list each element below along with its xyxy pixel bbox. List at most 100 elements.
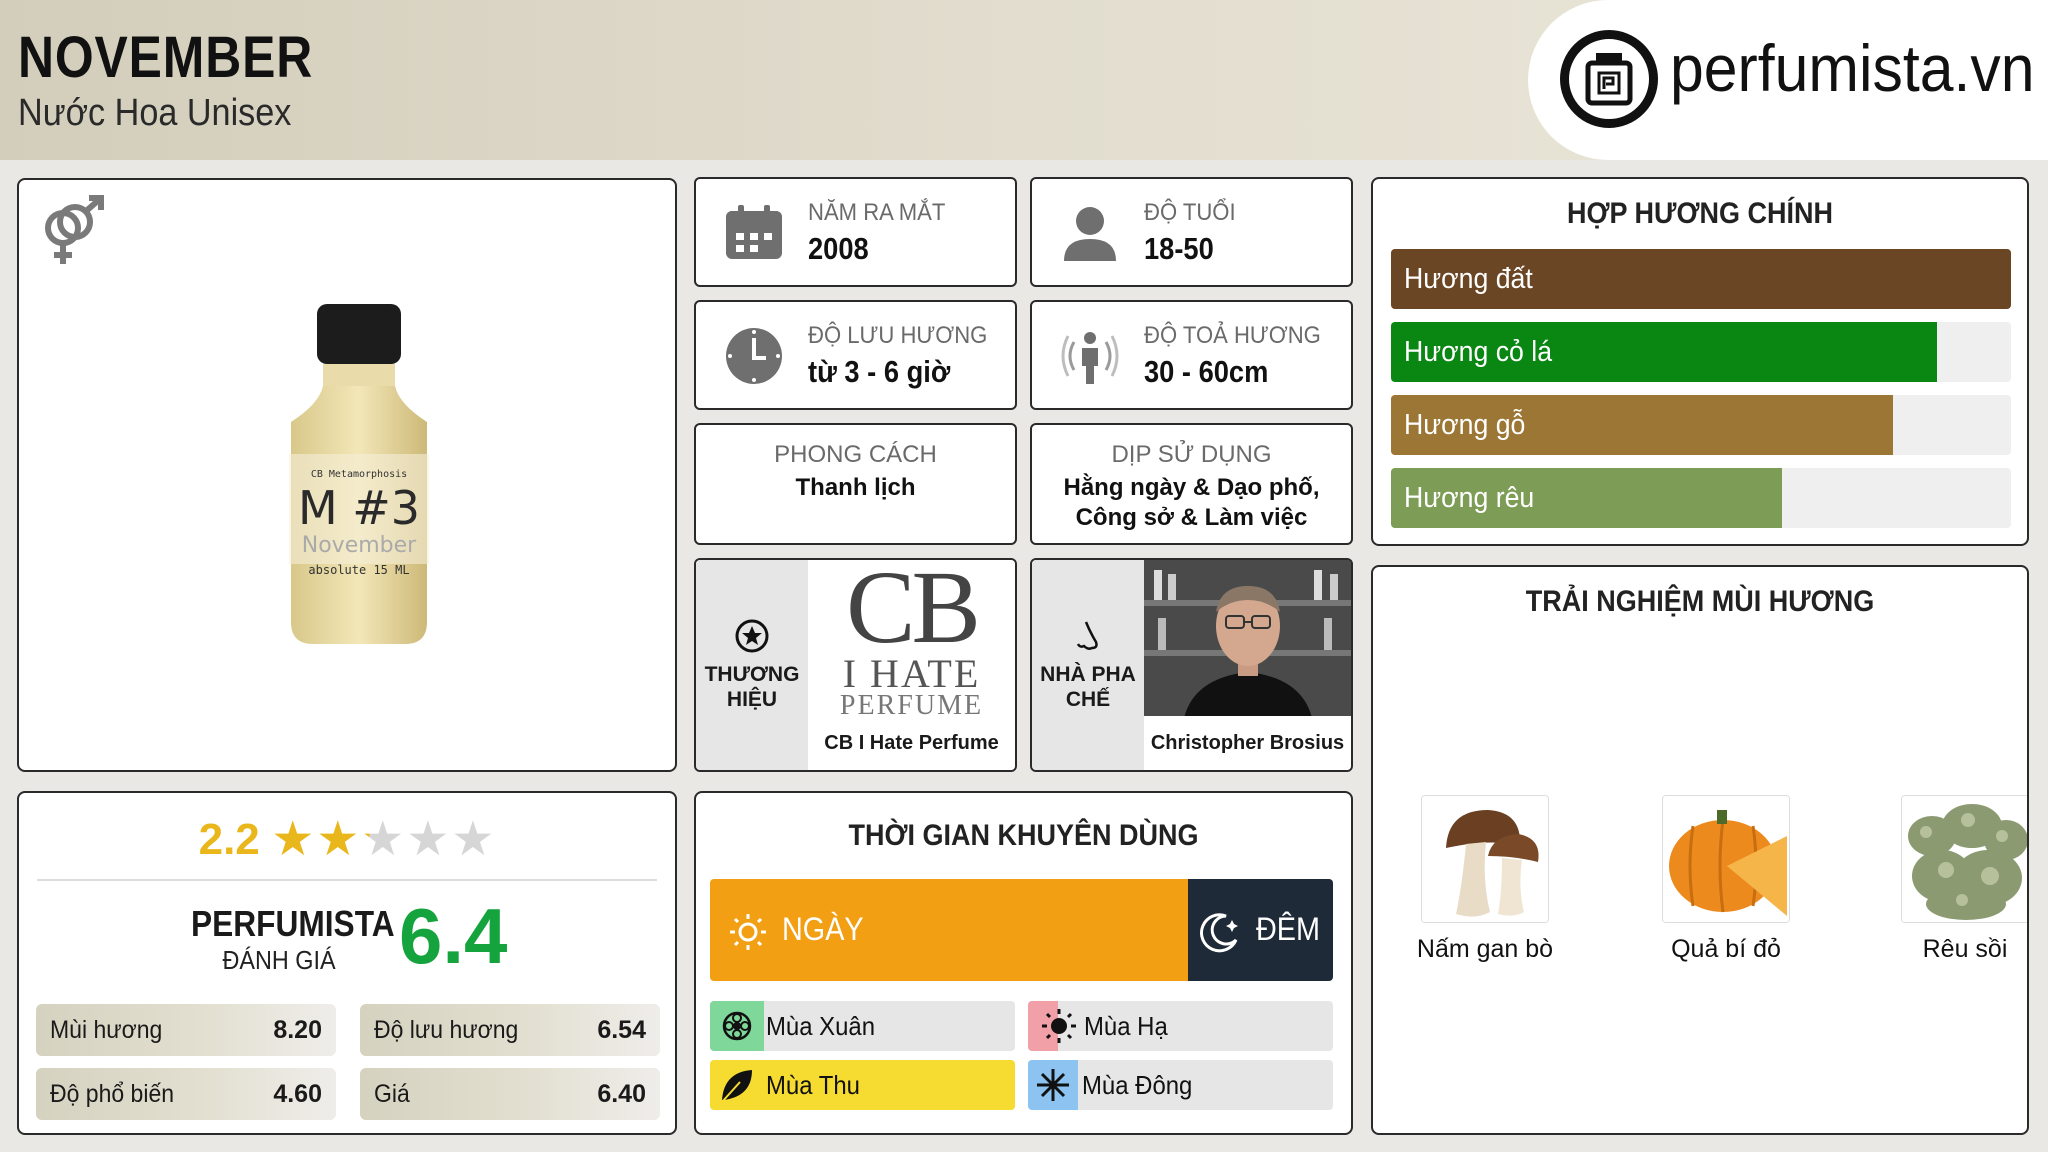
person-icon (1064, 207, 1116, 261)
perfumista-score: 6.4 (399, 892, 508, 980)
brand-logo[interactable]: perfumista.vn (1528, 0, 2048, 160)
metric-label: Độ lưu hương (374, 1016, 519, 1044)
sun-icon (1028, 1001, 1076, 1051)
sun-icon (730, 914, 766, 950)
style-value: Thanh lịch (795, 474, 916, 501)
season-label: Mùa Hạ (1084, 1011, 1168, 1041)
sillage-icon (1061, 332, 1119, 384)
brand-logo-big: CB (846, 558, 981, 665)
age-label: ĐỘ TUỔI (1144, 199, 1236, 226)
longevity-label: ĐỘ LƯU HƯƠNG (808, 322, 988, 349)
sillage-value: 30 - 60cm (1144, 354, 1269, 389)
perfumer-label-panel: NHÀ PHA CHẾ (1032, 560, 1144, 770)
metric-label: Độ phổ biến (50, 1080, 175, 1108)
perfumer-caption: Christopher Brosius (1144, 716, 1351, 770)
day-segment: NGÀY (710, 879, 1188, 981)
season-label: Mùa Đông (1082, 1070, 1193, 1100)
star-icon: ★ (271, 813, 315, 866)
star-rating[interactable]: ★★★★★ (270, 816, 495, 864)
accords-title: HỢP HƯƠNG CHÍNH (1566, 197, 1833, 230)
perfumer-photo (1144, 560, 1351, 718)
user-rating-value: 2.2 (198, 815, 260, 864)
recommended-time-card: THỜI GIAN KHUYÊN DÙNG NGÀY ĐÊM Mùa Xuân … (694, 791, 1353, 1135)
season-summer: Mùa Hạ (1028, 1001, 1333, 1051)
note-item[interactable]: Rêu sồi (1875, 795, 2027, 964)
experience-title: TRẢI NGHIỆM MÙI HƯƠNG (1525, 585, 1875, 618)
occasion-box: DỊP SỬ DỤNG Hằng ngày & Dạo phố, Công sở… (1030, 423, 1353, 545)
bottle-name-text: M #3 (298, 481, 420, 535)
note-label: Nấm gan bò (1416, 935, 1554, 963)
flower-icon (710, 1001, 764, 1051)
metric-scent: Mùi hương 8.20 (36, 1004, 336, 1056)
metric-value: 6.40 (597, 1080, 646, 1108)
snowflake-icon (1028, 1060, 1078, 1110)
mushroom-icon (1421, 795, 1549, 923)
clock-icon (726, 328, 782, 384)
season-label: Mùa Xuân (766, 1011, 876, 1041)
brand-caption: CB I Hate Perfume (808, 716, 1015, 770)
brand-logo-line1: I HATE (842, 651, 981, 696)
day-night-bar: NGÀY ĐÊM (710, 879, 1333, 981)
metric-price: Giá 6.40 (360, 1068, 660, 1120)
note-item[interactable]: Quả bí đỏ (1636, 795, 1816, 964)
release-value: 2008 (808, 231, 869, 266)
night-label: ĐÊM (1256, 911, 1320, 947)
star-icon: ★ (361, 813, 405, 866)
star-badge-icon (735, 619, 769, 653)
pumpkin-icon (1662, 795, 1790, 923)
season-autumn: Mùa Thu (710, 1060, 1015, 1110)
brand-logo-image: CB I HATE PERFUME (808, 558, 1015, 720)
accord-label: Hương rêu (1404, 482, 1535, 514)
metric-label: Giá (374, 1080, 410, 1108)
perfume-bottle-logo-icon (1560, 30, 1658, 128)
perfumista-sub: ĐÁNH GIÁ (222, 945, 336, 975)
age-box: ĐỘ TUỔI 18-50 (1030, 177, 1353, 287)
perfumer-box[interactable]: NHÀ PHA CHẾ Christopher Brosius (1030, 558, 1353, 772)
brand-label: THƯƠNG HIỆU (704, 663, 800, 711)
nose-icon (1076, 621, 1098, 650)
age-value: 18-50 (1144, 231, 1214, 266)
moon-icon (1200, 913, 1238, 953)
season-label: Mùa Thu (766, 1070, 860, 1100)
star-icon: ★ (316, 813, 360, 866)
metric-longevity: Độ lưu hương 6.54 (360, 1004, 660, 1056)
unisex-gender-icon (45, 195, 104, 264)
calendar-icon (726, 205, 782, 259)
accord-bar: Hương đất (1391, 249, 2011, 309)
leaf-icon (710, 1060, 764, 1110)
sillage-box: ĐỘ TOẢ HƯƠNG 30 - 60cm (1030, 300, 1353, 410)
metric-popularity: Độ phổ biến 4.60 (36, 1068, 336, 1120)
accord-bar: Hương cỏ lá (1391, 322, 2011, 382)
longevity-value: từ 3 - 6 giờ (808, 354, 951, 389)
accord-label: Hương gỗ (1404, 409, 1526, 441)
star-icon: ★ (406, 813, 450, 866)
product-image-card: CB Metamorphosis M #3 November absolute … (17, 178, 677, 772)
longevity-box: ĐỘ LƯU HƯƠNG từ 3 - 6 giờ (694, 300, 1017, 410)
bottle-sub-text: November (302, 533, 417, 558)
metric-value: 4.60 (273, 1080, 322, 1108)
release-label: NĂM RA MẮT (808, 199, 946, 226)
accord-label: Hương cỏ lá (1404, 336, 1553, 368)
perfume-bottle-image: CB Metamorphosis M #3 November absolute … (289, 304, 429, 644)
header-bar: NOVEMBER Nước Hoa Unisex perfumista.vn (0, 0, 2048, 160)
occasion-value: Hằng ngày & Dạo phố, Công sở & Làm việc (1063, 474, 1320, 531)
metric-label: Mùi hương (50, 1016, 163, 1044)
star-icon: ★ (451, 813, 495, 866)
note-label: Rêu sồi (1922, 935, 2008, 963)
brand-box[interactable]: THƯƠNG HIỆU CB I HATE PERFUME CB I Hate … (694, 558, 1017, 772)
oakmoss-icon (1901, 795, 2027, 923)
page-subtitle: Nước Hoa Unisex (18, 92, 292, 134)
note-label: Quả bí đỏ (1671, 935, 1781, 963)
logo-text: perfumista.vn (1670, 31, 2035, 105)
sillage-label: ĐỘ TOẢ HƯƠNG (1144, 322, 1321, 349)
accord-bar: Hương rêu (1391, 468, 2011, 528)
metric-value: 8.20 (273, 1016, 322, 1044)
divider (37, 879, 657, 881)
night-segment: ĐÊM (1188, 879, 1333, 981)
scent-experience-card: TRẢI NGHIỆM MÙI HƯƠNG Nấm gan bò Quả bí … (1371, 565, 2029, 1135)
perfumista-name: PERFUMISTA (191, 903, 395, 944)
note-item[interactable]: Nấm gan bò (1395, 795, 1575, 964)
season-spring: Mùa Xuân (710, 1001, 1015, 1051)
metric-value: 6.54 (597, 1016, 646, 1044)
occasion-label: DỊP SỬ DỤNG (1111, 441, 1272, 468)
